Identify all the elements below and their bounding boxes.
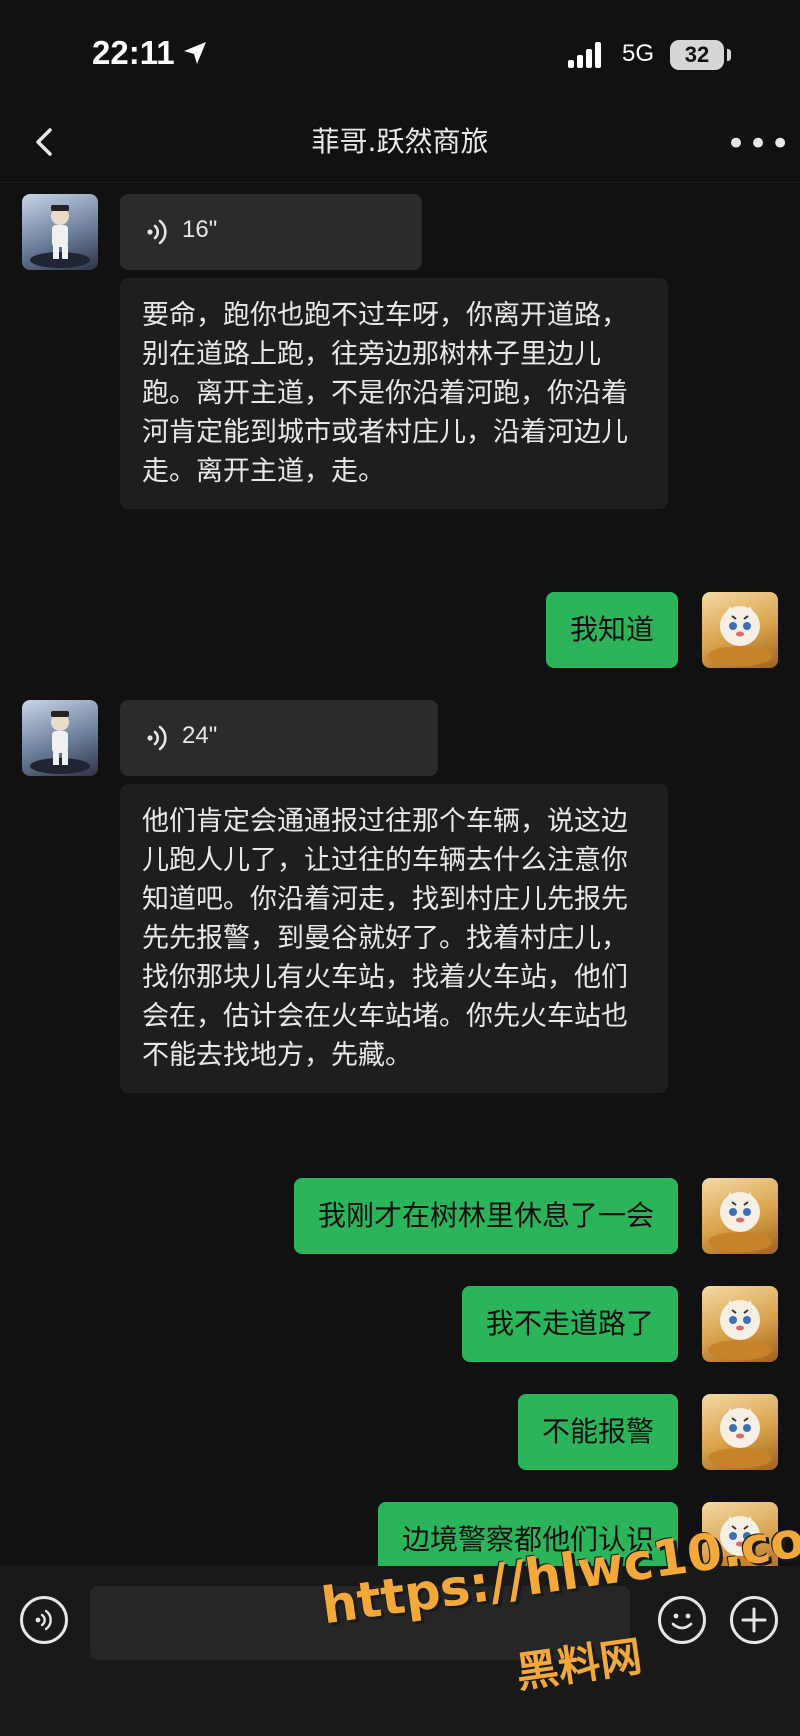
outgoing-text-message[interactable]: 我刚才在树林里休息了一会 bbox=[293, 1178, 678, 1254]
incoming-text-message[interactable]: 要命，跑你也跑不过车呀，你离开道路，别在道路上跑，往旁边那树林子里边儿跑。离开主… bbox=[120, 278, 668, 509]
signal-icon bbox=[568, 42, 608, 68]
user-avatar-tiger bbox=[708, 1192, 772, 1252]
battery-tip bbox=[727, 49, 731, 61]
voice-wave-icon bbox=[35, 1609, 52, 1631]
user-avatar[interactable] bbox=[702, 1394, 778, 1470]
contact-avatar[interactable] bbox=[22, 194, 98, 270]
outgoing-text-message[interactable]: 不能报警 bbox=[517, 1394, 678, 1470]
incoming-text-message[interactable]: 他们肯定会通通报过往那个车辆，说这边儿跑人儿了，让过往的车辆去什么注意你知道吧。… bbox=[120, 784, 668, 1093]
chat-header: 菲哥.跃然商旅 ••• bbox=[0, 100, 800, 183]
status-time: 22:11 bbox=[92, 34, 175, 71]
voice-message[interactable]: 24" bbox=[120, 700, 438, 776]
outgoing-text-message[interactable]: 我知道 bbox=[545, 592, 678, 668]
user-avatar-tiger bbox=[708, 1408, 772, 1468]
network-type: 5G bbox=[622, 40, 655, 67]
voice-message[interactable]: 16" bbox=[120, 194, 422, 270]
user-avatar[interactable] bbox=[702, 1286, 778, 1362]
voice-wave-icon bbox=[147, 219, 167, 245]
chat-title: 菲哥.跃然商旅 bbox=[311, 125, 489, 158]
emoji-button[interactable] bbox=[658, 1596, 706, 1644]
contact-avatar-figure bbox=[30, 711, 90, 774]
plus-icon bbox=[741, 1607, 767, 1633]
more-icon[interactable]: ••• bbox=[726, 124, 792, 164]
outgoing-text-message[interactable]: 我不走道路了 bbox=[461, 1286, 678, 1362]
voice-wave-icon bbox=[147, 725, 167, 751]
user-avatar-tiger bbox=[708, 606, 772, 666]
emoji-icon bbox=[671, 1613, 693, 1630]
location-arrow-icon bbox=[184, 42, 206, 64]
user-avatar[interactable] bbox=[702, 592, 778, 668]
voice-duration: 24" bbox=[182, 722, 218, 749]
battery-icon: 32 bbox=[670, 40, 724, 70]
contact-avatar[interactable] bbox=[22, 700, 98, 776]
contact-avatar-figure bbox=[30, 205, 90, 268]
voice-duration: 16" bbox=[182, 216, 218, 243]
user-avatar[interactable] bbox=[702, 1178, 778, 1254]
plus-button[interactable] bbox=[730, 1596, 778, 1644]
user-avatar-tiger bbox=[708, 1300, 772, 1360]
status-bar: 22:11 5G 32 bbox=[0, 0, 800, 100]
voice-toggle-button[interactable] bbox=[20, 1596, 68, 1644]
